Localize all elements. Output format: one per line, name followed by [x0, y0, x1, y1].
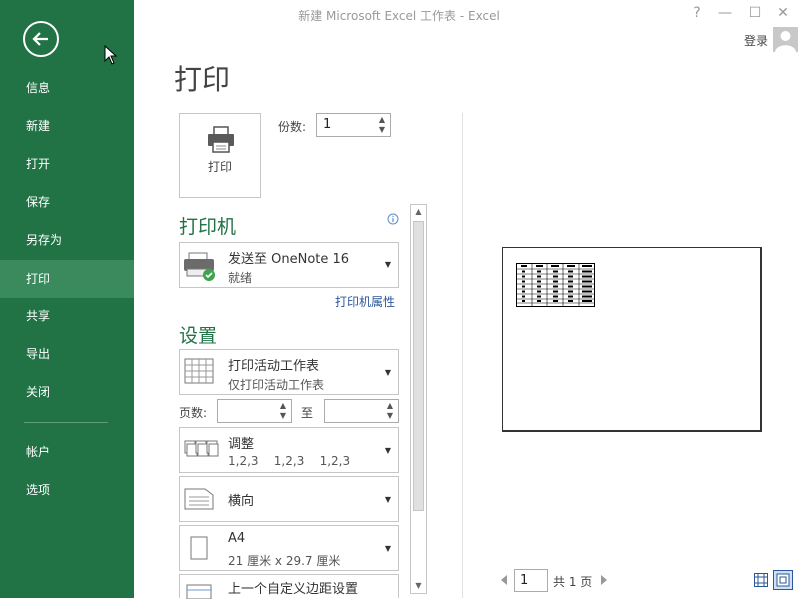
landscape-page-icon [184, 488, 214, 510]
sidebar-item-open[interactable]: 打开 [0, 145, 134, 183]
chevron-down-icon: ▼ [384, 544, 391, 553]
zoom-to-page-button[interactable] [773, 570, 793, 590]
sidebar-item-close[interactable]: 关闭 [0, 373, 134, 411]
sidebar-item-print[interactable]: 打印 [0, 260, 134, 298]
printer-icon [208, 126, 234, 153]
collate-title: 调整 [228, 437, 255, 452]
margins-icon [186, 584, 212, 599]
settings-heading: 设置 [179, 325, 218, 347]
copies-value: 1 [323, 117, 332, 132]
settings-scrollbar[interactable]: ▲ ▼ [410, 204, 427, 594]
signin-link[interactable]: 登录 [744, 32, 768, 49]
printer-device-icon [184, 252, 215, 281]
total-pages-label: 共 1 页 [553, 575, 593, 589]
print-button[interactable]: 打印 [179, 113, 261, 198]
copies-down-icon[interactable]: ▼ [377, 125, 387, 135]
panel-divider [462, 113, 463, 598]
portrait-page-icon [190, 536, 208, 560]
margins-title: 上一个自定义边距设置 [228, 582, 359, 597]
scroll-up-icon[interactable]: ▲ [411, 205, 426, 219]
window-title: 新建 Microsoft Excel 工作表 - Excel [298, 9, 500, 23]
orientation-dropdown[interactable]: 横向 ▼ [179, 476, 399, 522]
backstage-sidebar: 信息 新建 打开 保存 另存为 打印 共享 导出 关闭 帐户 选项 [0, 0, 134, 598]
copies-up-icon[interactable]: ▲ [377, 115, 387, 125]
orientation-value: 横向 [228, 494, 255, 509]
print-preview-page [502, 247, 762, 432]
print-what-dropdown[interactable]: 打印活动工作表 仅打印活动工作表 ▼ [179, 349, 399, 395]
scroll-thumb[interactable] [413, 221, 424, 511]
restore-button[interactable]: ☐ [745, 5, 765, 21]
pages-from-stepper[interactable]: ▲ ▼ [217, 399, 292, 423]
printer-name: 发送至 OneNote 16 [228, 252, 350, 267]
collate-subtitle: 1,2,3 1,2,3 1,2,3 [228, 454, 351, 468]
pages-to-up-icon[interactable]: ▲ [385, 401, 395, 411]
collate-dropdown[interactable]: 调整 1,2,3 1,2,3 1,2,3 ▼ [179, 427, 399, 473]
user-icon [775, 31, 796, 52]
sidebar-item-account[interactable]: 帐户 [0, 433, 134, 471]
copies-label: 份数: [278, 120, 307, 134]
pages-from-up-icon[interactable]: ▲ [278, 401, 288, 411]
scroll-down-icon[interactable]: ▼ [411, 579, 426, 593]
page-title: 打印 [174, 63, 231, 96]
mouse-cursor-icon [104, 45, 118, 65]
sidebar-divider [24, 422, 108, 423]
worksheet-grid-icon [184, 358, 214, 384]
paper-size-subtitle: 21 厘米 x 29.7 厘米 [228, 554, 341, 568]
preview-table-thumbnail [516, 263, 595, 307]
sidebar-item-save[interactable]: 保存 [0, 183, 134, 221]
pages-label: 页数: [179, 406, 208, 420]
printer-dropdown[interactable]: 发送至 OneNote 16 就绪 ▼ [179, 242, 399, 288]
close-button[interactable]: ✕ [773, 5, 793, 21]
print-what-title: 打印活动工作表 [228, 359, 320, 374]
zoom-to-page-icon [776, 573, 790, 587]
sidebar-item-export[interactable]: 导出 [0, 335, 134, 373]
collate-icon [184, 440, 219, 457]
sidebar-item-options[interactable]: 选项 [0, 471, 134, 509]
paper-size-dropdown[interactable]: A4 21 厘米 x 29.7 厘米 ▼ [179, 525, 399, 571]
printer-status: 就绪 [228, 271, 253, 285]
paper-size-title: A4 [228, 531, 246, 546]
pages-to-stepper[interactable]: ▲ ▼ [324, 399, 399, 423]
pages-to-down-icon[interactable]: ▼ [385, 411, 395, 421]
help-button[interactable]: ? [687, 5, 707, 21]
arrow-left-icon [32, 32, 48, 46]
pages-from-down-icon[interactable]: ▼ [278, 411, 288, 421]
next-page-icon[interactable] [600, 574, 608, 586]
page-number-input[interactable]: 1 [514, 569, 548, 592]
chevron-down-icon: ▼ [384, 368, 391, 377]
print-what-subtitle: 仅打印活动工作表 [228, 378, 325, 392]
pages-to-label: 至 [301, 406, 314, 420]
margins-dropdown[interactable]: 上一个自定义边距设置 [179, 574, 399, 599]
avatar[interactable] [773, 27, 798, 52]
page-number-value: 1 [520, 573, 529, 588]
chevron-down-icon: ▼ [384, 446, 391, 455]
info-icon[interactable] [387, 213, 399, 225]
printer-heading: 打印机 [179, 216, 237, 238]
chevron-down-icon: ▼ [384, 260, 391, 269]
sidebar-item-share[interactable]: 共享 [0, 297, 134, 335]
printer-properties-link[interactable]: 打印机属性 [335, 293, 395, 310]
back-button[interactable] [23, 21, 59, 57]
prev-page-icon[interactable] [500, 574, 508, 586]
show-margins-icon[interactable] [753, 572, 769, 588]
minimize-button[interactable]: — [715, 5, 735, 21]
sidebar-item-info[interactable]: 信息 [0, 69, 134, 107]
chevron-down-icon: ▼ [384, 495, 391, 504]
sidebar-item-new[interactable]: 新建 [0, 107, 134, 145]
sidebar-item-save-as[interactable]: 另存为 [0, 221, 134, 259]
print-button-label: 打印 [207, 160, 232, 174]
copies-stepper[interactable]: 1 ▲ ▼ [316, 113, 391, 137]
